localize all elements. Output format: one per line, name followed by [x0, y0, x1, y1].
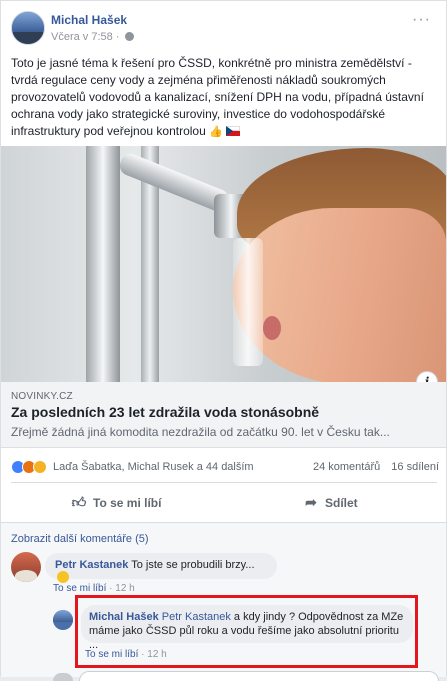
- link-title[interactable]: Za posledních 23 let zdražila voda stoná…: [11, 404, 319, 420]
- post-meta: Včera v 7:58 ·: [51, 31, 134, 43]
- comment-text: To jste se probudili brzy...: [131, 559, 255, 571]
- author-name[interactable]: Michal Hašek: [51, 13, 127, 27]
- divider: [11, 482, 437, 483]
- share-arrow-icon: ➦: [305, 494, 317, 510]
- more-options-icon[interactable]: ···: [412, 11, 431, 29]
- comment-meta: To se mi líbí · 12 h: [53, 583, 135, 594]
- globe-icon: [124, 32, 134, 41]
- post-header: Michal Hašek Včera v 7:58 · ···: [11, 11, 431, 47]
- link-preview-info[interactable]: NOVINKY.CZ Za posledních 23 let zdražila…: [1, 382, 446, 448]
- like-button[interactable]: 👍︎ To se mi líbí: [71, 485, 162, 519]
- reply-tag[interactable]: Petr Kastanek: [162, 611, 231, 623]
- comment-time[interactable]: 12 h: [115, 583, 134, 594]
- reaction-icons[interactable]: [11, 460, 51, 474]
- thinking-face-icon: [57, 571, 69, 583]
- reply-input[interactable]: [79, 671, 439, 681]
- reply-input-avatar: [53, 673, 73, 681]
- shares-count[interactable]: 16 sdílení: [391, 461, 439, 473]
- reply-time[interactable]: 12 h: [147, 649, 166, 660]
- facebook-post: Michal Hašek Včera v 7:58 · ··· Toto je …: [0, 0, 447, 681]
- more-comments-link[interactable]: Zobrazit další komentáře (5): [11, 533, 149, 545]
- reaction-names[interactable]: Laďa Šabatka, Michal Rusek a 44 dalším: [53, 461, 254, 473]
- reply-author[interactable]: Michal Hašek: [89, 611, 159, 623]
- link-preview-image[interactable]: i: [1, 146, 446, 382]
- link-description: Zřejmě žádná jiná komodita nezdražila od…: [11, 425, 390, 439]
- reply-meta: To se mi líbí · 12 h: [85, 649, 167, 660]
- comments-section: Zobrazit další komentáře (5) Petr Kastan…: [1, 523, 446, 681]
- share-button[interactable]: ➦ Sdílet: [303, 485, 358, 519]
- author-avatar[interactable]: [11, 11, 45, 45]
- reply-like-link[interactable]: To se mi líbí: [85, 649, 138, 660]
- post-counts: 24 komentářů 16 sdílení: [313, 461, 439, 473]
- commenter-avatar[interactable]: [11, 552, 41, 582]
- reply-bubble: Michal Hašek Petr Kastanek a kdy jindy ?…: [81, 605, 413, 651]
- reply-avatar[interactable]: [53, 610, 73, 630]
- post-text: Toto je jasné téma k řešení pro ČSSD, ko…: [11, 55, 439, 141]
- comment-author[interactable]: Petr Kastanek: [55, 559, 128, 571]
- haha-reaction-icon: [33, 460, 47, 474]
- comment-bubble: Petr Kastanek To jste se probudili brzy.…: [45, 553, 277, 583]
- thumbs-up-outline-icon: 👍︎: [71, 494, 87, 510]
- link-domain: NOVINKY.CZ: [11, 391, 73, 402]
- reactions-row: Laďa Šabatka, Michal Rusek a 44 dalším 2…: [11, 459, 439, 477]
- comment-like-link[interactable]: To se mi líbí: [53, 583, 106, 594]
- czech-flag-icon: [226, 126, 241, 136]
- post-actions: 👍︎ To se mi líbí ➦ Sdílet: [11, 485, 437, 519]
- comments-count[interactable]: 24 komentářů: [313, 461, 380, 473]
- thumbs-up-icon: 👍: [209, 126, 223, 138]
- post-time[interactable]: Včera v 7:58: [51, 31, 113, 43]
